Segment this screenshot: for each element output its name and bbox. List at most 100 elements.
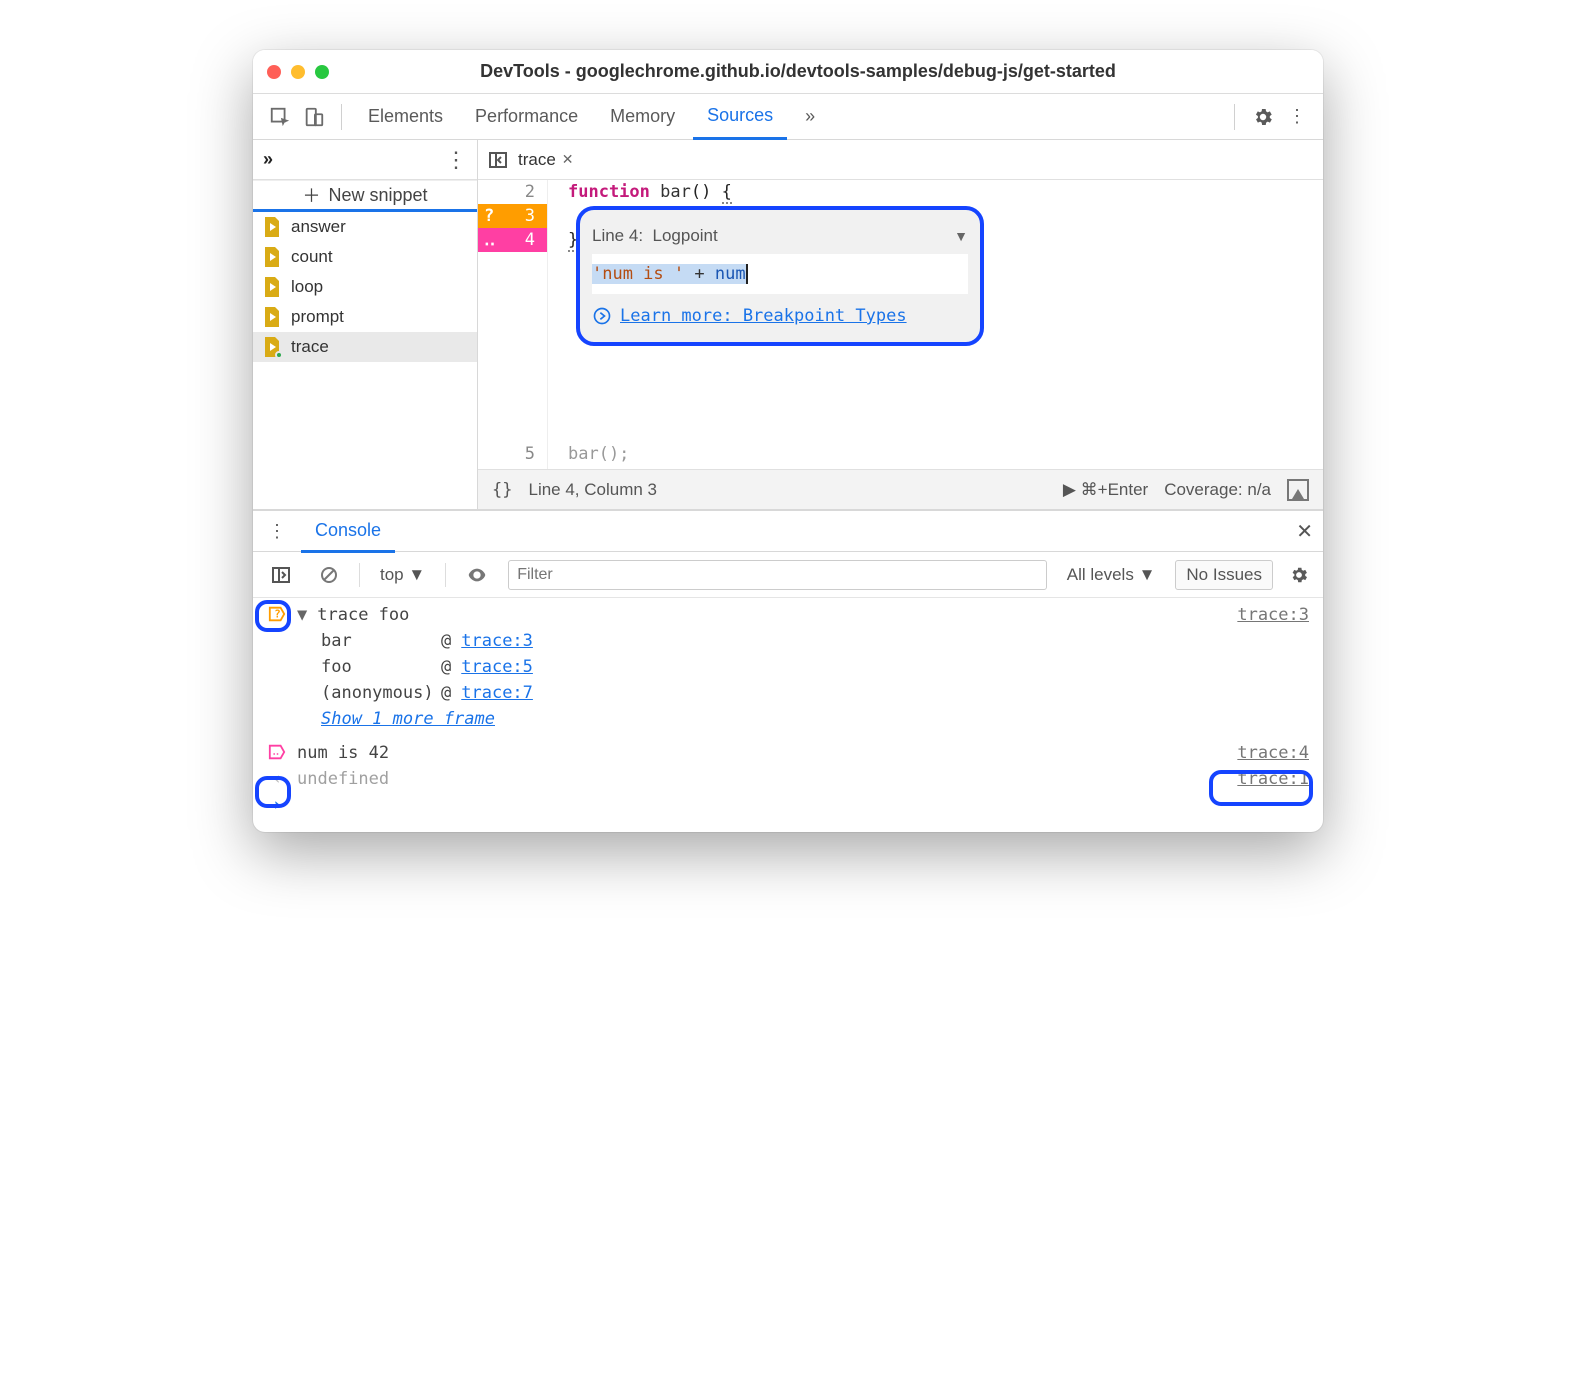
navigator-sidebar: » ⋮ ＋ New snippet answer count <box>253 140 478 509</box>
minimize-window-button[interactable] <box>291 65 305 79</box>
settings-icon[interactable] <box>1249 103 1277 131</box>
log-message: num is 42 <box>297 743 1227 763</box>
arrow-circle-icon <box>592 306 612 326</box>
overflow-menu-icon[interactable]: ⋮ <box>1283 103 1311 131</box>
code-editor[interactable]: 2 ?3 ‥4 5 function bar() { let num = 42;… <box>478 180 1323 469</box>
source-link[interactable]: trace:1 <box>1237 769 1309 789</box>
learn-more-text[interactable]: Learn more: Breakpoint Types <box>620 304 907 328</box>
console-prompt[interactable]: › <box>253 792 1323 818</box>
log-entry-return: ‹ undefined trace:1 <box>253 766 1323 792</box>
tab-performance[interactable]: Performance <box>461 94 592 140</box>
inspect-element-icon[interactable] <box>265 102 295 132</box>
plus-icon: ＋ <box>302 182 320 208</box>
cursor-position: Line 4, Column 3 <box>528 480 657 500</box>
source-link[interactable]: trace:4 <box>1237 743 1309 763</box>
logpoint-icon: ‥ <box>484 228 495 252</box>
new-snippet-button[interactable]: ＋ New snippet <box>253 180 477 212</box>
file-icon <box>263 247 281 267</box>
panel-tabs: Elements Performance Memory Sources » ⋮ <box>253 94 1323 140</box>
stack-link[interactable]: trace:7 <box>461 683 533 703</box>
separator <box>445 563 446 587</box>
navigator-overflow[interactable]: » <box>263 149 273 170</box>
new-snippet-label: New snippet <box>328 185 427 206</box>
line-number-3-conditional-breakpoint[interactable]: ?3 <box>478 204 547 228</box>
snippet-item-count[interactable]: count <box>253 242 477 272</box>
drawer-tab-console[interactable]: Console <box>301 511 395 553</box>
editor-statusbar: {} Line 4, Column 3 ▶ ⌘+Enter Coverage: … <box>478 469 1323 509</box>
breakpoint-type-selector[interactable]: Line 4: Logpoint ▼ <box>592 218 968 254</box>
file-icon <box>263 277 281 297</box>
learn-more-link[interactable]: Learn more: Breakpoint Types <box>592 304 968 328</box>
breakpoint-line-label: Line 4: <box>592 224 643 248</box>
editor-tabs: trace ✕ <box>478 140 1323 180</box>
tab-elements[interactable]: Elements <box>354 94 457 140</box>
log-entry-trace[interactable]: ? ▼ trace foo trace:3 <box>253 602 1323 628</box>
stack-fn-name: (anonymous) <box>321 683 431 703</box>
image-preview-icon[interactable] <box>1287 479 1309 501</box>
line-gutters: 2 ?3 ‥4 5 <box>478 180 548 469</box>
stack-link[interactable]: trace:3 <box>461 631 533 651</box>
show-more-link[interactable]: Show 1 more frame <box>321 709 495 729</box>
stack-link[interactable]: trace:5 <box>461 657 533 677</box>
svg-text:‥: ‥ <box>273 747 280 758</box>
stack-frame: bar @ trace:3 <box>253 628 1323 654</box>
live-expression-icon[interactable] <box>458 560 496 590</box>
console-sidebar-icon[interactable] <box>263 560 299 590</box>
clear-console-icon[interactable] <box>311 560 347 590</box>
svg-text:?: ? <box>274 608 281 621</box>
window-title: DevTools - googlechrome.github.io/devtoo… <box>329 61 1309 82</box>
snippets-list: answer count loop <box>253 212 477 362</box>
tab-memory[interactable]: Memory <box>596 94 689 140</box>
device-toolbar-icon[interactable] <box>299 102 329 132</box>
coverage-status: Coverage: n/a <box>1164 480 1271 500</box>
snippet-label: prompt <box>291 307 344 327</box>
run-snippet-shortcut[interactable]: ▶ ⌘+Enter <box>1063 480 1148 500</box>
gutter-spacer <box>478 252 547 442</box>
snippet-label: trace <box>291 337 329 357</box>
line-number-5[interactable]: 5 <box>478 442 547 466</box>
show-more-frames[interactable]: Show 1 more frame <box>253 706 1323 732</box>
close-tab-icon[interactable]: ✕ <box>562 151 574 168</box>
file-icon <box>263 337 281 357</box>
modified-dot-icon <box>275 351 283 359</box>
tab-overflow[interactable]: » <box>791 94 829 140</box>
log-entry-logpoint[interactable]: ‥ num is 42 trace:4 <box>253 740 1323 766</box>
sources-panel: » ⋮ ＋ New snippet answer count <box>253 140 1323 510</box>
context-selector[interactable]: top ▼ <box>372 560 433 590</box>
return-value: undefined <box>297 769 1227 789</box>
drawer-tabs: ⋮ Console ✕ <box>253 510 1323 552</box>
line-number-4-logpoint[interactable]: ‥4 <box>478 228 547 252</box>
prompt-icon: › <box>267 795 287 815</box>
devtools-window: DevTools - googlechrome.github.io/devtoo… <box>253 50 1323 832</box>
console-settings-icon[interactable] <box>1285 561 1313 589</box>
maximize-window-button[interactable] <box>315 65 329 79</box>
navigator-menu-icon[interactable]: ⋮ <box>445 149 467 171</box>
snippet-item-answer[interactable]: answer <box>253 212 477 242</box>
breakpoint-type-label: Logpoint <box>653 224 718 248</box>
snippet-label: count <box>291 247 333 267</box>
collapse-toggle-icon[interactable]: ▼ <box>297 605 307 625</box>
titlebar: DevTools - googlechrome.github.io/devtoo… <box>253 50 1323 94</box>
console-log: ? ▼ trace foo trace:3 bar @ trace:3 foo … <box>253 598 1323 832</box>
source-link[interactable]: trace:3 <box>1237 605 1309 625</box>
editor-tab-trace[interactable]: trace ✕ <box>518 150 574 170</box>
line-number-2[interactable]: 2 <box>478 180 547 204</box>
drawer-menu-icon[interactable]: ⋮ <box>263 517 291 545</box>
tab-sources[interactable]: Sources <box>693 94 787 140</box>
file-icon <box>263 217 281 237</box>
no-issues-button[interactable]: No Issues <box>1175 560 1273 590</box>
logpoint-expression-input[interactable]: 'num is ' + num <box>592 254 968 294</box>
close-drawer-icon[interactable]: ✕ <box>1296 519 1313 544</box>
close-window-button[interactable] <box>267 65 281 79</box>
snippet-item-loop[interactable]: loop <box>253 272 477 302</box>
pretty-print-icon[interactable]: {} <box>492 480 512 500</box>
snippet-item-trace[interactable]: trace <box>253 332 477 362</box>
separator <box>341 104 342 130</box>
stack-frame: (anonymous) @ trace:7 <box>253 680 1323 706</box>
levels-selector[interactable]: All levels ▼ <box>1059 560 1164 590</box>
dropdown-icon: ▼ <box>954 224 968 248</box>
filter-input[interactable] <box>508 560 1047 590</box>
toggle-navigator-icon[interactable] <box>486 148 510 172</box>
snippet-item-prompt[interactable]: prompt <box>253 302 477 332</box>
separator <box>1234 104 1235 130</box>
